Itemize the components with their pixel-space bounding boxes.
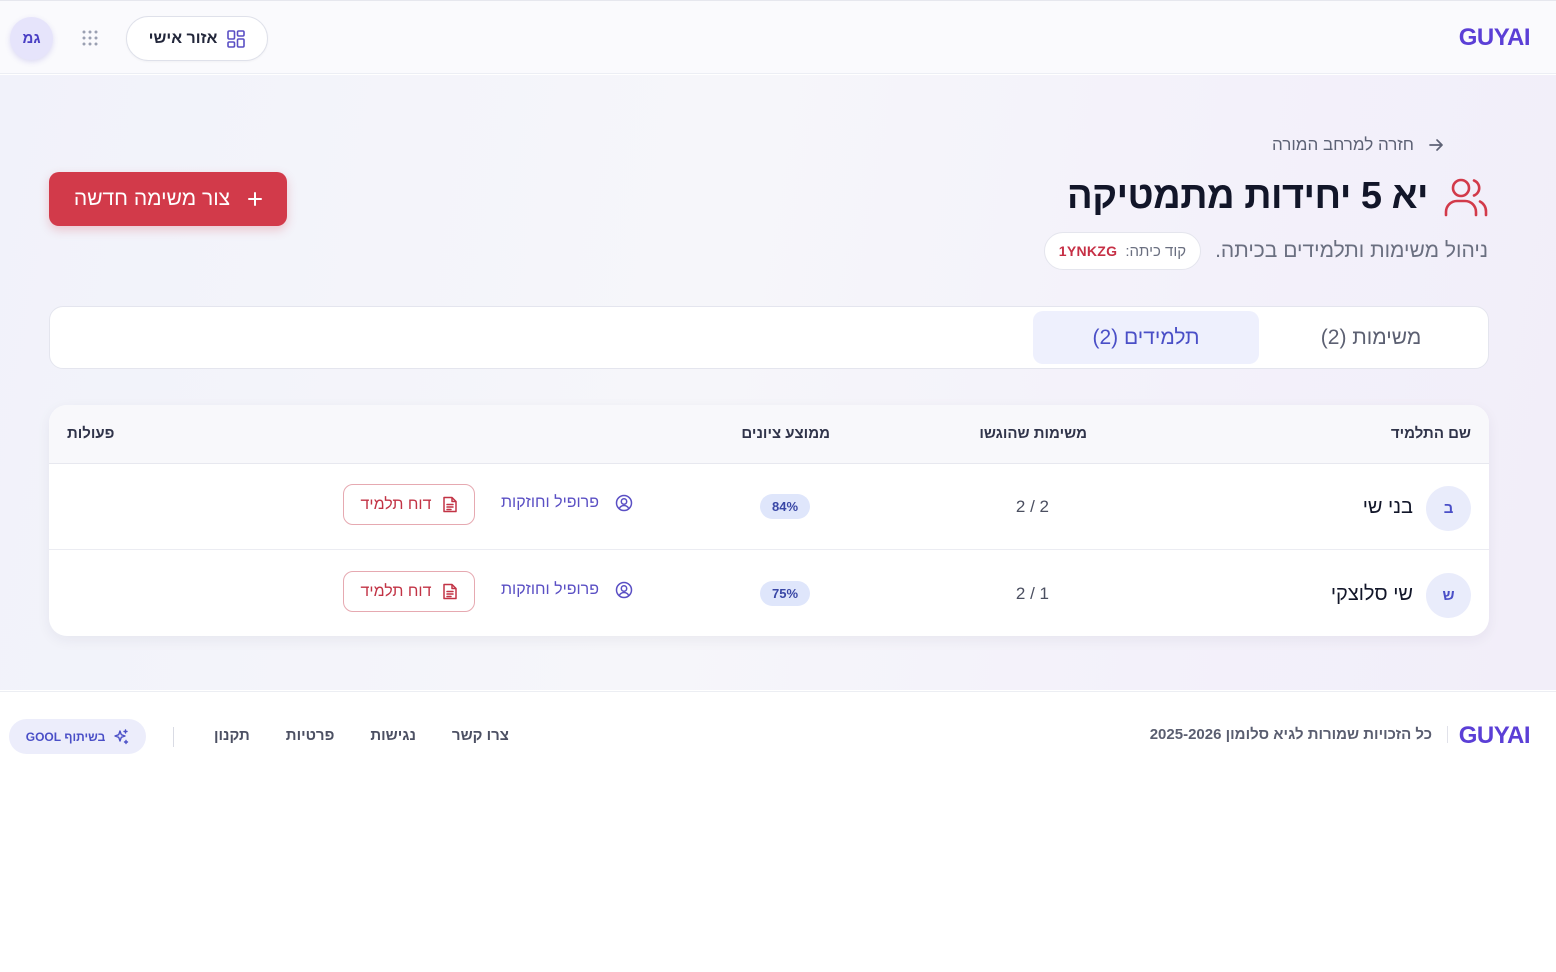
profile-strengths-label: פרופיל וחוזקות bbox=[501, 581, 599, 598]
copyright-text: כל הזכויות שמורות לגיא סלומון 2025-2026 bbox=[1150, 726, 1448, 743]
student-report-button[interactable]: דוח תלמיד bbox=[343, 571, 475, 612]
footer-divider bbox=[173, 727, 174, 747]
back-to-teacher-space-link[interactable]: חזרה למרחב המורה bbox=[1272, 135, 1444, 155]
table-row: ש שי סלוצקי 1 / 2 75% פרופיל וחוזקות דוח… bbox=[49, 551, 1489, 636]
page-title: יא 5 יחידות מתמטיקה bbox=[1067, 175, 1428, 217]
student-report-button[interactable]: דוח תלמיד bbox=[343, 484, 475, 525]
column-header-student-name: שם התלמיד bbox=[1390, 425, 1471, 442]
column-header-average: ממוצע ציונים bbox=[741, 425, 830, 442]
partnership-label: בשיתוף GOOL bbox=[25, 729, 106, 744]
user-avatar[interactable]: גמ bbox=[10, 17, 53, 60]
subtitle-row: ניהול משימות ותלמידים בכיתה. קוד כיתה: 1… bbox=[1043, 232, 1488, 270]
class-code-badge[interactable]: קוד כיתה: 1YNKZG bbox=[1043, 232, 1202, 270]
create-new-task-button[interactable]: צור משימה חדשה bbox=[49, 172, 287, 226]
tab-tasks[interactable]: משימות (2) bbox=[1258, 311, 1484, 364]
create-new-task-label: צור משימה חדשה bbox=[73, 187, 231, 210]
column-header-actions: פעולות bbox=[67, 425, 115, 442]
table-header: שם התלמיד משימות שהוגשו ממוצע ציונים פעו… bbox=[49, 405, 1489, 464]
submitted-count: 2 / 2 bbox=[1015, 497, 1049, 516]
back-link-label: חזרה למרחב המורה bbox=[1272, 135, 1414, 154]
personal-area-button[interactable]: אזור אישי bbox=[126, 16, 268, 61]
user-circle-icon bbox=[615, 581, 633, 599]
page-subtitle: ניהול משימות ותלמידים בכיתה. bbox=[1215, 239, 1488, 262]
profile-strengths-label: פרופיל וחוזקות bbox=[501, 494, 599, 511]
footer-link-contact[interactable]: צרו קשר bbox=[452, 727, 509, 744]
profile-strengths-link[interactable]: פרופיל וחוזקות bbox=[501, 581, 633, 599]
sparkles-icon bbox=[113, 728, 129, 745]
student-avatar: ש bbox=[1426, 573, 1471, 618]
user-circle-icon bbox=[615, 494, 633, 512]
footer-logo[interactable]: GUYAI bbox=[1459, 722, 1531, 750]
average-grade-badge: 75% bbox=[760, 581, 810, 606]
class-code-value: 1YNKZG bbox=[1058, 243, 1118, 259]
footer-links: צרו קשר נגישות פרטיות תקנון bbox=[214, 727, 509, 744]
document-icon bbox=[443, 583, 458, 600]
table-row: ב בני שי 2 / 2 84% פרופיל וחוזקות דוח תל… bbox=[49, 464, 1489, 550]
class-code-label: קוד כיתה: bbox=[1125, 242, 1187, 260]
tab-students[interactable]: תלמידים (2) bbox=[1033, 311, 1259, 364]
arrow-right-icon bbox=[1428, 137, 1444, 153]
page-title-row: יא 5 יחידות מתמטיקה bbox=[1067, 175, 1488, 218]
profile-strengths-link[interactable]: פרופיל וחוזקות bbox=[501, 494, 633, 512]
logo[interactable]: GUYAI bbox=[1459, 24, 1531, 52]
column-header-submitted: משימות שהוגשו bbox=[979, 425, 1087, 442]
tabs-bar: משימות (2) תלמידים (2) bbox=[49, 306, 1489, 369]
users-icon bbox=[1444, 177, 1488, 217]
average-grade-badge: 84% bbox=[760, 494, 810, 519]
top-bar: GUYAI אזור אישי גמ bbox=[0, 0, 1556, 74]
document-icon bbox=[443, 496, 458, 513]
footer: GUYAI כל הזכויות שמורות לגיא סלומון 2025… bbox=[0, 691, 1556, 781]
plus-icon bbox=[248, 192, 263, 206]
student-report-label: דוח תלמיד bbox=[360, 582, 432, 600]
submitted-count: 1 / 2 bbox=[1015, 584, 1049, 603]
footer-link-accessibility[interactable]: נגישות bbox=[370, 727, 416, 744]
student-avatar: ב bbox=[1426, 486, 1471, 531]
partnership-badge[interactable]: בשיתוף GOOL bbox=[9, 719, 146, 754]
footer-link-privacy[interactable]: פרטיות bbox=[286, 727, 335, 744]
student-report-label: דוח תלמיד bbox=[360, 495, 432, 513]
main-content: חזרה למרחב המורה יא 5 יחידות מתמטיקה ניה… bbox=[0, 75, 1556, 690]
student-name: בני שי bbox=[1362, 496, 1413, 518]
personal-area-label: אזור אישי bbox=[148, 29, 218, 47]
footer-link-terms[interactable]: תקנון bbox=[214, 727, 250, 744]
students-table: שם התלמיד משימות שהוגשו ממוצע ציונים פעו… bbox=[49, 405, 1489, 636]
student-name: שי סלוצקי bbox=[1330, 583, 1413, 605]
grid-dashboard-icon bbox=[227, 29, 246, 48]
apps-grid-icon[interactable] bbox=[78, 26, 102, 50]
